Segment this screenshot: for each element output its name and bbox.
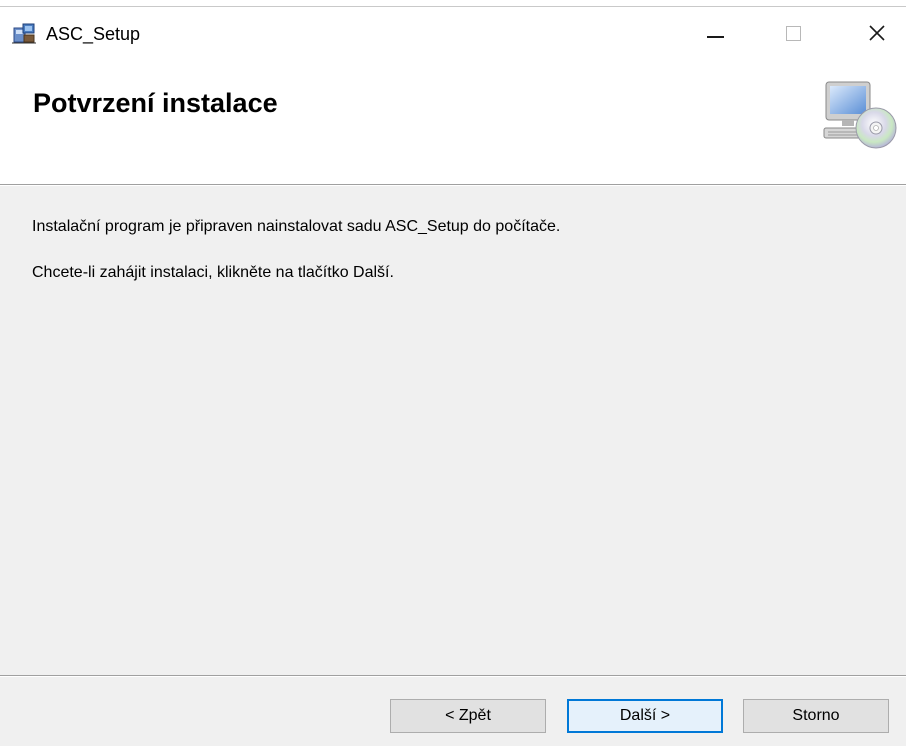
window-title: ASC_Setup: [46, 24, 141, 44]
installer-package-icon: [12, 23, 36, 44]
minimize-icon: [706, 36, 724, 38]
close-icon: [869, 25, 885, 41]
next-button[interactable]: Další >: [567, 699, 723, 733]
title-bar[interactable]: ASC_Setup: [0, 8, 906, 52]
close-button[interactable]: [854, 16, 900, 50]
wizard-footer: < Zpět Další > Storno: [0, 677, 906, 746]
window-top-edge: [0, 0, 906, 8]
cancel-button[interactable]: Storno: [743, 699, 889, 733]
instruction-message: Chcete-li zahájit instalaci, klikněte na…: [32, 264, 394, 281]
wizard-header: Potvrzení instalace: [0, 52, 906, 184]
ready-message: Instalační program je připraven nainstal…: [32, 218, 561, 235]
minimize-button[interactable]: [692, 16, 738, 50]
maximize-button[interactable]: [770, 16, 816, 50]
page-title: Potvrzení instalace: [33, 88, 278, 118]
wizard-body: Instalační program je připraven nainstal…: [0, 186, 906, 675]
maximize-icon: [785, 25, 801, 41]
computer-cd-icon: [823, 81, 897, 149]
back-button[interactable]: < Zpět: [390, 699, 546, 733]
